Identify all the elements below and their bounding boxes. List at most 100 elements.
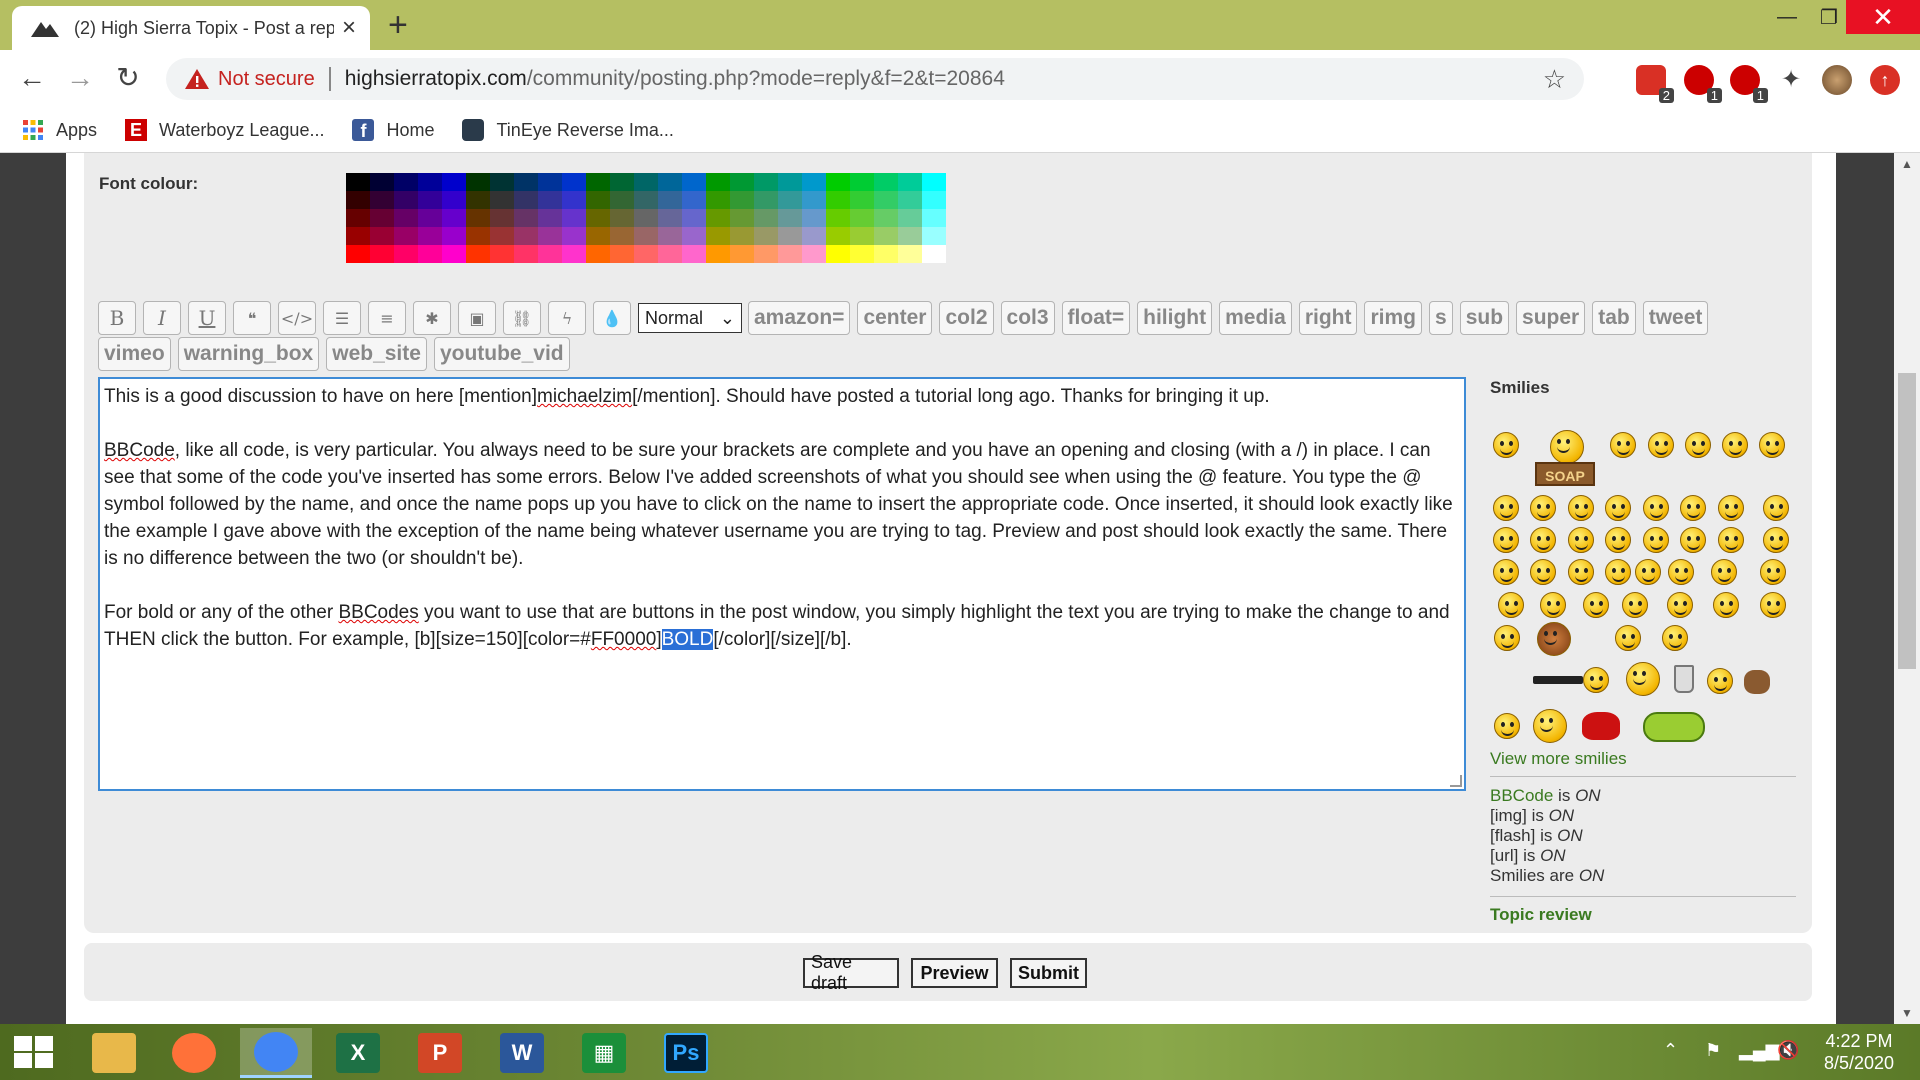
- color-swatch[interactable]: [346, 173, 370, 191]
- list-button[interactable]: ☰: [323, 301, 361, 335]
- color-swatch[interactable]: [586, 191, 610, 209]
- color-swatch[interactable]: [730, 173, 754, 191]
- color-swatch[interactable]: [658, 245, 682, 263]
- color-swatch[interactable]: [898, 245, 922, 263]
- color-swatch[interactable]: [850, 173, 874, 191]
- bookmark-star-icon[interactable]: ☆: [1543, 64, 1566, 95]
- color-swatch[interactable]: [682, 209, 706, 227]
- smiley-icon[interactable]: [1760, 559, 1786, 585]
- smiley-icon[interactable]: [1530, 559, 1556, 585]
- color-swatch[interactable]: [586, 209, 610, 227]
- color-swatch[interactable]: [610, 191, 634, 209]
- color-swatch[interactable]: [706, 191, 730, 209]
- smiley-icon[interactable]: [1530, 527, 1556, 553]
- smiley-icon[interactable]: [1530, 495, 1556, 521]
- bbcode-button-right[interactable]: right: [1298, 301, 1358, 335]
- smiley-violin-icon[interactable]: [1537, 622, 1571, 656]
- flag-icon[interactable]: ⚑: [1705, 1040, 1721, 1061]
- color-swatch[interactable]: [514, 227, 538, 245]
- taskbar-excel[interactable]: X: [322, 1028, 394, 1078]
- color-swatch[interactable]: [346, 209, 370, 227]
- color-swatch[interactable]: [538, 173, 562, 191]
- color-swatch[interactable]: [682, 191, 706, 209]
- color-swatch[interactable]: [778, 209, 802, 227]
- color-swatch[interactable]: [826, 245, 850, 263]
- color-swatch[interactable]: [682, 245, 706, 263]
- color-swatch[interactable]: [826, 227, 850, 245]
- scroll-down-icon[interactable]: ▼: [1894, 1006, 1920, 1020]
- color-swatch[interactable]: [394, 173, 418, 191]
- color-swatch[interactable]: [586, 173, 610, 191]
- smiley-icon[interactable]: [1615, 625, 1641, 651]
- color-swatch[interactable]: [586, 227, 610, 245]
- bbcode-button-vimeo[interactable]: vimeo: [98, 337, 171, 371]
- smiley-icon[interactable]: [1493, 495, 1519, 521]
- bbcode-button-amazon[interactable]: amazon=: [748, 301, 851, 335]
- color-swatch[interactable]: [658, 191, 682, 209]
- bbcode-button-hilight[interactable]: hilight: [1137, 301, 1213, 335]
- smiley-bear-icon[interactable]: [1744, 670, 1770, 694]
- color-swatch[interactable]: [874, 173, 898, 191]
- message-textarea[interactable]: This is a good discussion to have on her…: [98, 377, 1466, 791]
- color-swatch[interactable]: [442, 245, 466, 263]
- color-swatch[interactable]: [418, 191, 442, 209]
- smiley-icon[interactable]: [1498, 592, 1524, 618]
- color-swatch[interactable]: [874, 227, 898, 245]
- smiley-icon[interactable]: [1550, 430, 1584, 464]
- smiley-icon[interactable]: [1583, 592, 1609, 618]
- bbcode-button-tweet[interactable]: tweet: [1642, 301, 1709, 335]
- bbcode-button-sub[interactable]: sub: [1459, 301, 1510, 335]
- color-swatch[interactable]: [682, 227, 706, 245]
- smiley-icon[interactable]: [1568, 559, 1594, 585]
- color-swatch[interactable]: [514, 245, 538, 263]
- color-swatch[interactable]: [706, 245, 730, 263]
- color-swatch[interactable]: [562, 209, 586, 227]
- color-swatch[interactable]: [922, 191, 946, 209]
- window-close-icon[interactable]: ✕: [1846, 0, 1920, 34]
- color-swatch[interactable]: [490, 209, 514, 227]
- color-swatch[interactable]: [466, 209, 490, 227]
- smiley-icon[interactable]: [1540, 592, 1566, 618]
- smiley-icon[interactable]: [1711, 559, 1737, 585]
- color-drop-button[interactable]: 💧: [593, 301, 631, 335]
- scroll-up-icon[interactable]: ▲: [1894, 157, 1920, 171]
- smiley-icon[interactable]: [1707, 668, 1733, 694]
- color-swatch[interactable]: [874, 245, 898, 263]
- color-swatch[interactable]: [466, 173, 490, 191]
- color-swatch[interactable]: [490, 173, 514, 191]
- italic-button[interactable]: I: [143, 301, 181, 335]
- smiley-icon[interactable]: [1605, 495, 1631, 521]
- color-swatch[interactable]: [898, 227, 922, 245]
- bookmark-waterboyz[interactable]: E Waterboyz League...: [125, 119, 324, 141]
- color-swatch[interactable]: [730, 191, 754, 209]
- smiley-icon[interactable]: [1494, 625, 1520, 651]
- taskbar-word[interactable]: W: [486, 1028, 558, 1078]
- color-swatch[interactable]: [682, 173, 706, 191]
- color-swatch[interactable]: [634, 173, 658, 191]
- taskbar-file-explorer[interactable]: [78, 1028, 150, 1078]
- color-swatch[interactable]: [490, 245, 514, 263]
- extensions-puzzle-icon[interactable]: ✦: [1776, 65, 1806, 95]
- color-swatch[interactable]: [922, 209, 946, 227]
- color-swatch[interactable]: [562, 227, 586, 245]
- color-swatch[interactable]: [850, 209, 874, 227]
- color-swatch[interactable]: [730, 209, 754, 227]
- bookmark-apps[interactable]: Apps: [22, 119, 97, 141]
- smiley-icon[interactable]: [1583, 667, 1609, 693]
- smiley-icon[interactable]: [1718, 495, 1744, 521]
- color-swatch[interactable]: [802, 173, 826, 191]
- link-button[interactable]: ⛓: [503, 301, 541, 335]
- smiley-cup-icon[interactable]: [1674, 665, 1694, 693]
- color-swatch[interactable]: [706, 173, 730, 191]
- color-swatch[interactable]: [370, 173, 394, 191]
- color-swatch[interactable]: [634, 245, 658, 263]
- network-icon[interactable]: ▂▄▆: [1739, 1040, 1779, 1061]
- color-swatch[interactable]: [898, 173, 922, 191]
- color-swatch[interactable]: [442, 209, 466, 227]
- color-swatch[interactable]: [394, 245, 418, 263]
- color-swatch[interactable]: [850, 245, 874, 263]
- color-swatch[interactable]: [898, 209, 922, 227]
- color-swatch[interactable]: [442, 227, 466, 245]
- color-swatch[interactable]: [754, 191, 778, 209]
- color-swatch[interactable]: [514, 173, 538, 191]
